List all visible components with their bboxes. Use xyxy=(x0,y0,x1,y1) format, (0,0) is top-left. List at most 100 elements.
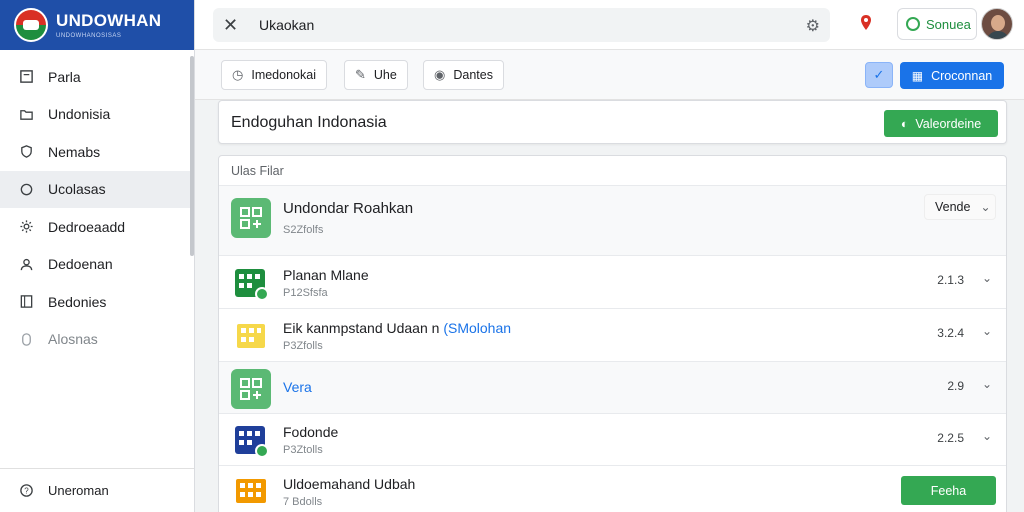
app-grid-icon xyxy=(231,263,271,303)
chevron-down-icon[interactable]: ⌄ xyxy=(982,429,992,443)
settings-gear-icon[interactable]: ⚙ xyxy=(806,16,820,36)
toolbar-button-imedonokai[interactable]: ◷ Imedonokai xyxy=(221,60,327,90)
toolbar: ◷ Imedonokai ✎ Uhe ◉ Dantes ✓ ▦ Croconna… xyxy=(195,50,1024,100)
list-item[interactable]: Eik kanmpstand Udaan n (SMolohan P3Zfoll… xyxy=(219,309,1006,362)
sidebar-item-label: Undonisia xyxy=(48,106,111,123)
sidebar-item-label: Bedonies xyxy=(48,293,107,310)
check-square-button[interactable]: ✓ xyxy=(865,62,893,88)
sidebar-footer-label: Uneroman xyxy=(48,483,109,498)
item-version: 2.9 xyxy=(947,379,964,393)
file-list: Ulas Filar Undondar Roahkan S2Zfolfs Ven… xyxy=(218,155,1007,512)
title-action-button[interactable]: ◐ Valeordeine xyxy=(884,110,998,137)
list-item[interactable]: Undondar Roahkan S2Zfolfs Vende ⌄ xyxy=(219,186,1006,256)
sidebar-item-dedoenan[interactable]: Dedoenan xyxy=(0,246,194,284)
app-tile-icon xyxy=(231,198,271,238)
app-tile-icon xyxy=(231,369,271,409)
brand-logo-icon xyxy=(14,8,48,42)
list-item[interactable]: Uldoemahand Udbah 7 Bdolls Feeha xyxy=(219,466,1006,512)
status-chip[interactable]: Sonuea xyxy=(897,8,977,40)
item-link[interactable]: Vera xyxy=(283,379,312,395)
toolbar-button-label: Imedonokai xyxy=(251,68,316,82)
item-version: 3.2.4 xyxy=(937,326,964,340)
toolbar-button-label: Dantes xyxy=(453,68,493,82)
avatar[interactable] xyxy=(981,8,1013,40)
toolbar-button-dantes[interactable]: ◉ Dantes xyxy=(423,60,504,90)
sidebar-item-ucolasas[interactable]: Ucolasas xyxy=(0,170,194,208)
sidebar-item-label: Ucolasas xyxy=(48,181,106,198)
chevron-down-icon[interactable]: ⌄ xyxy=(982,271,992,285)
chevron-down-icon[interactable]: ⌄ xyxy=(982,377,992,391)
circle-icon xyxy=(18,181,34,197)
refresh-icon: ◐ xyxy=(900,116,909,131)
edit-icon: ✎ xyxy=(355,67,366,82)
shield-icon xyxy=(18,144,34,160)
sidebar-item-parla[interactable]: Parla xyxy=(0,58,194,96)
square-outline-icon xyxy=(18,69,34,85)
folder-icon xyxy=(18,106,34,122)
item-meta: P12Sfsfa xyxy=(283,287,328,299)
sidebar-item-alosnas[interactable]: Alosnas xyxy=(0,321,194,359)
version-select[interactable]: Vende ⌄ xyxy=(924,194,996,220)
user-icon xyxy=(18,256,34,272)
sidebar-item-label: Alosnas xyxy=(48,331,98,348)
list-item[interactable]: Vera 2.9 ⌄ xyxy=(219,362,1006,414)
book-icon xyxy=(18,294,34,310)
app-grid-icon xyxy=(231,420,271,460)
location-pin-icon[interactable] xyxy=(858,14,874,37)
sidebar-scrollbar[interactable] xyxy=(190,56,194,256)
sidebar-item-dedroeaadd[interactable]: Dedroeaadd xyxy=(0,208,194,246)
svg-text:?: ? xyxy=(24,487,29,496)
item-name: Vera xyxy=(283,379,312,395)
title-action-label: Valeordeine xyxy=(915,116,982,131)
chevron-down-icon[interactable]: ⌄ xyxy=(982,324,992,338)
chevron-down-icon: ⌄ xyxy=(980,200,991,214)
item-name: Eik kanmpstand Udaan n (SMolohan xyxy=(283,320,511,336)
item-name: Fodonde xyxy=(283,424,339,440)
item-version: 2.1.3 xyxy=(937,273,964,287)
title-card: Endoguhan Indonasia ◐ Valeordeine xyxy=(218,100,1007,144)
sidebar-item-undonisia[interactable]: Undonisia xyxy=(0,96,194,134)
page-title: Endoguhan Indonasia xyxy=(231,114,387,131)
status-chip-label: Sonuea xyxy=(926,16,971,32)
item-name: Planan Mlane xyxy=(283,267,369,283)
brand-header[interactable]: UNDOWHAN UNDOWHANOSISAS xyxy=(0,0,194,50)
sidebar-item-label: Dedoenan xyxy=(48,256,113,273)
search-input[interactable]: Ukaokan xyxy=(259,17,314,33)
item-meta: 7 Bdolls xyxy=(283,496,323,508)
primary-action-label: Croconnan xyxy=(931,68,993,83)
item-meta: P3Ztolls xyxy=(283,444,323,456)
sidebar-item-label: Dedroeaadd xyxy=(48,218,126,235)
sidebar-item-bedonies[interactable]: Bedonies xyxy=(0,283,194,321)
close-icon[interactable]: ✕ xyxy=(223,15,245,36)
app-grid-icon xyxy=(231,316,271,356)
sidebar-nav: Parla Undonisia Nemabs Ucolasas Dedroeaa… xyxy=(0,50,194,358)
status-circle-icon xyxy=(906,17,920,31)
list-item[interactable]: Fodonde P3Ztolls 2.2.5 ⌄ xyxy=(219,414,1006,466)
search-bar[interactable]: ✕ Ukaokan ⚙ xyxy=(213,8,830,42)
toolbar-button-label: Uhe xyxy=(373,68,397,82)
help-icon: ? xyxy=(18,483,34,499)
sidebar: UNDOWHAN UNDOWHANOSISAS Parla Undonisia … xyxy=(0,0,195,512)
item-link[interactable]: (SMolohan xyxy=(443,320,511,336)
toolbar-button-uhe[interactable]: ✎ Uhe xyxy=(344,60,408,90)
brand-name: UNDOWHAN xyxy=(56,11,162,30)
primary-action-button[interactable]: ▦ Croconnan xyxy=(900,62,1004,89)
sidebar-item-nemabs[interactable]: Nemabs xyxy=(0,133,194,171)
row-action-button[interactable]: Feeha xyxy=(901,476,996,505)
check-icon: ✓ xyxy=(873,67,885,82)
eye-icon: ◉ xyxy=(434,67,446,82)
list-item[interactable]: Planan Mlane P12Sfsfa 2.1.3 ⌄ xyxy=(219,256,1006,309)
gear-icon xyxy=(18,219,34,235)
item-version: 2.2.5 xyxy=(937,431,964,445)
item-name: Uldoemahand Udbah xyxy=(283,476,416,492)
list-header: Ulas Filar xyxy=(219,156,1006,186)
item-meta: S2Zfolfs xyxy=(283,224,324,236)
sidebar-item-label: Nemabs xyxy=(48,143,101,160)
item-name: Undondar Roahkan xyxy=(283,200,414,217)
brand-subtitle: UNDOWHANOSISAS xyxy=(56,33,122,39)
sidebar-footer-item[interactable]: ? Uneroman xyxy=(0,468,194,512)
toggle-icon xyxy=(18,331,34,347)
item-meta: P3Zfolls xyxy=(283,340,323,352)
clock-icon: ◷ xyxy=(232,67,244,82)
top-bar: ✕ Ukaokan ⚙ Sonuea xyxy=(195,0,1024,50)
